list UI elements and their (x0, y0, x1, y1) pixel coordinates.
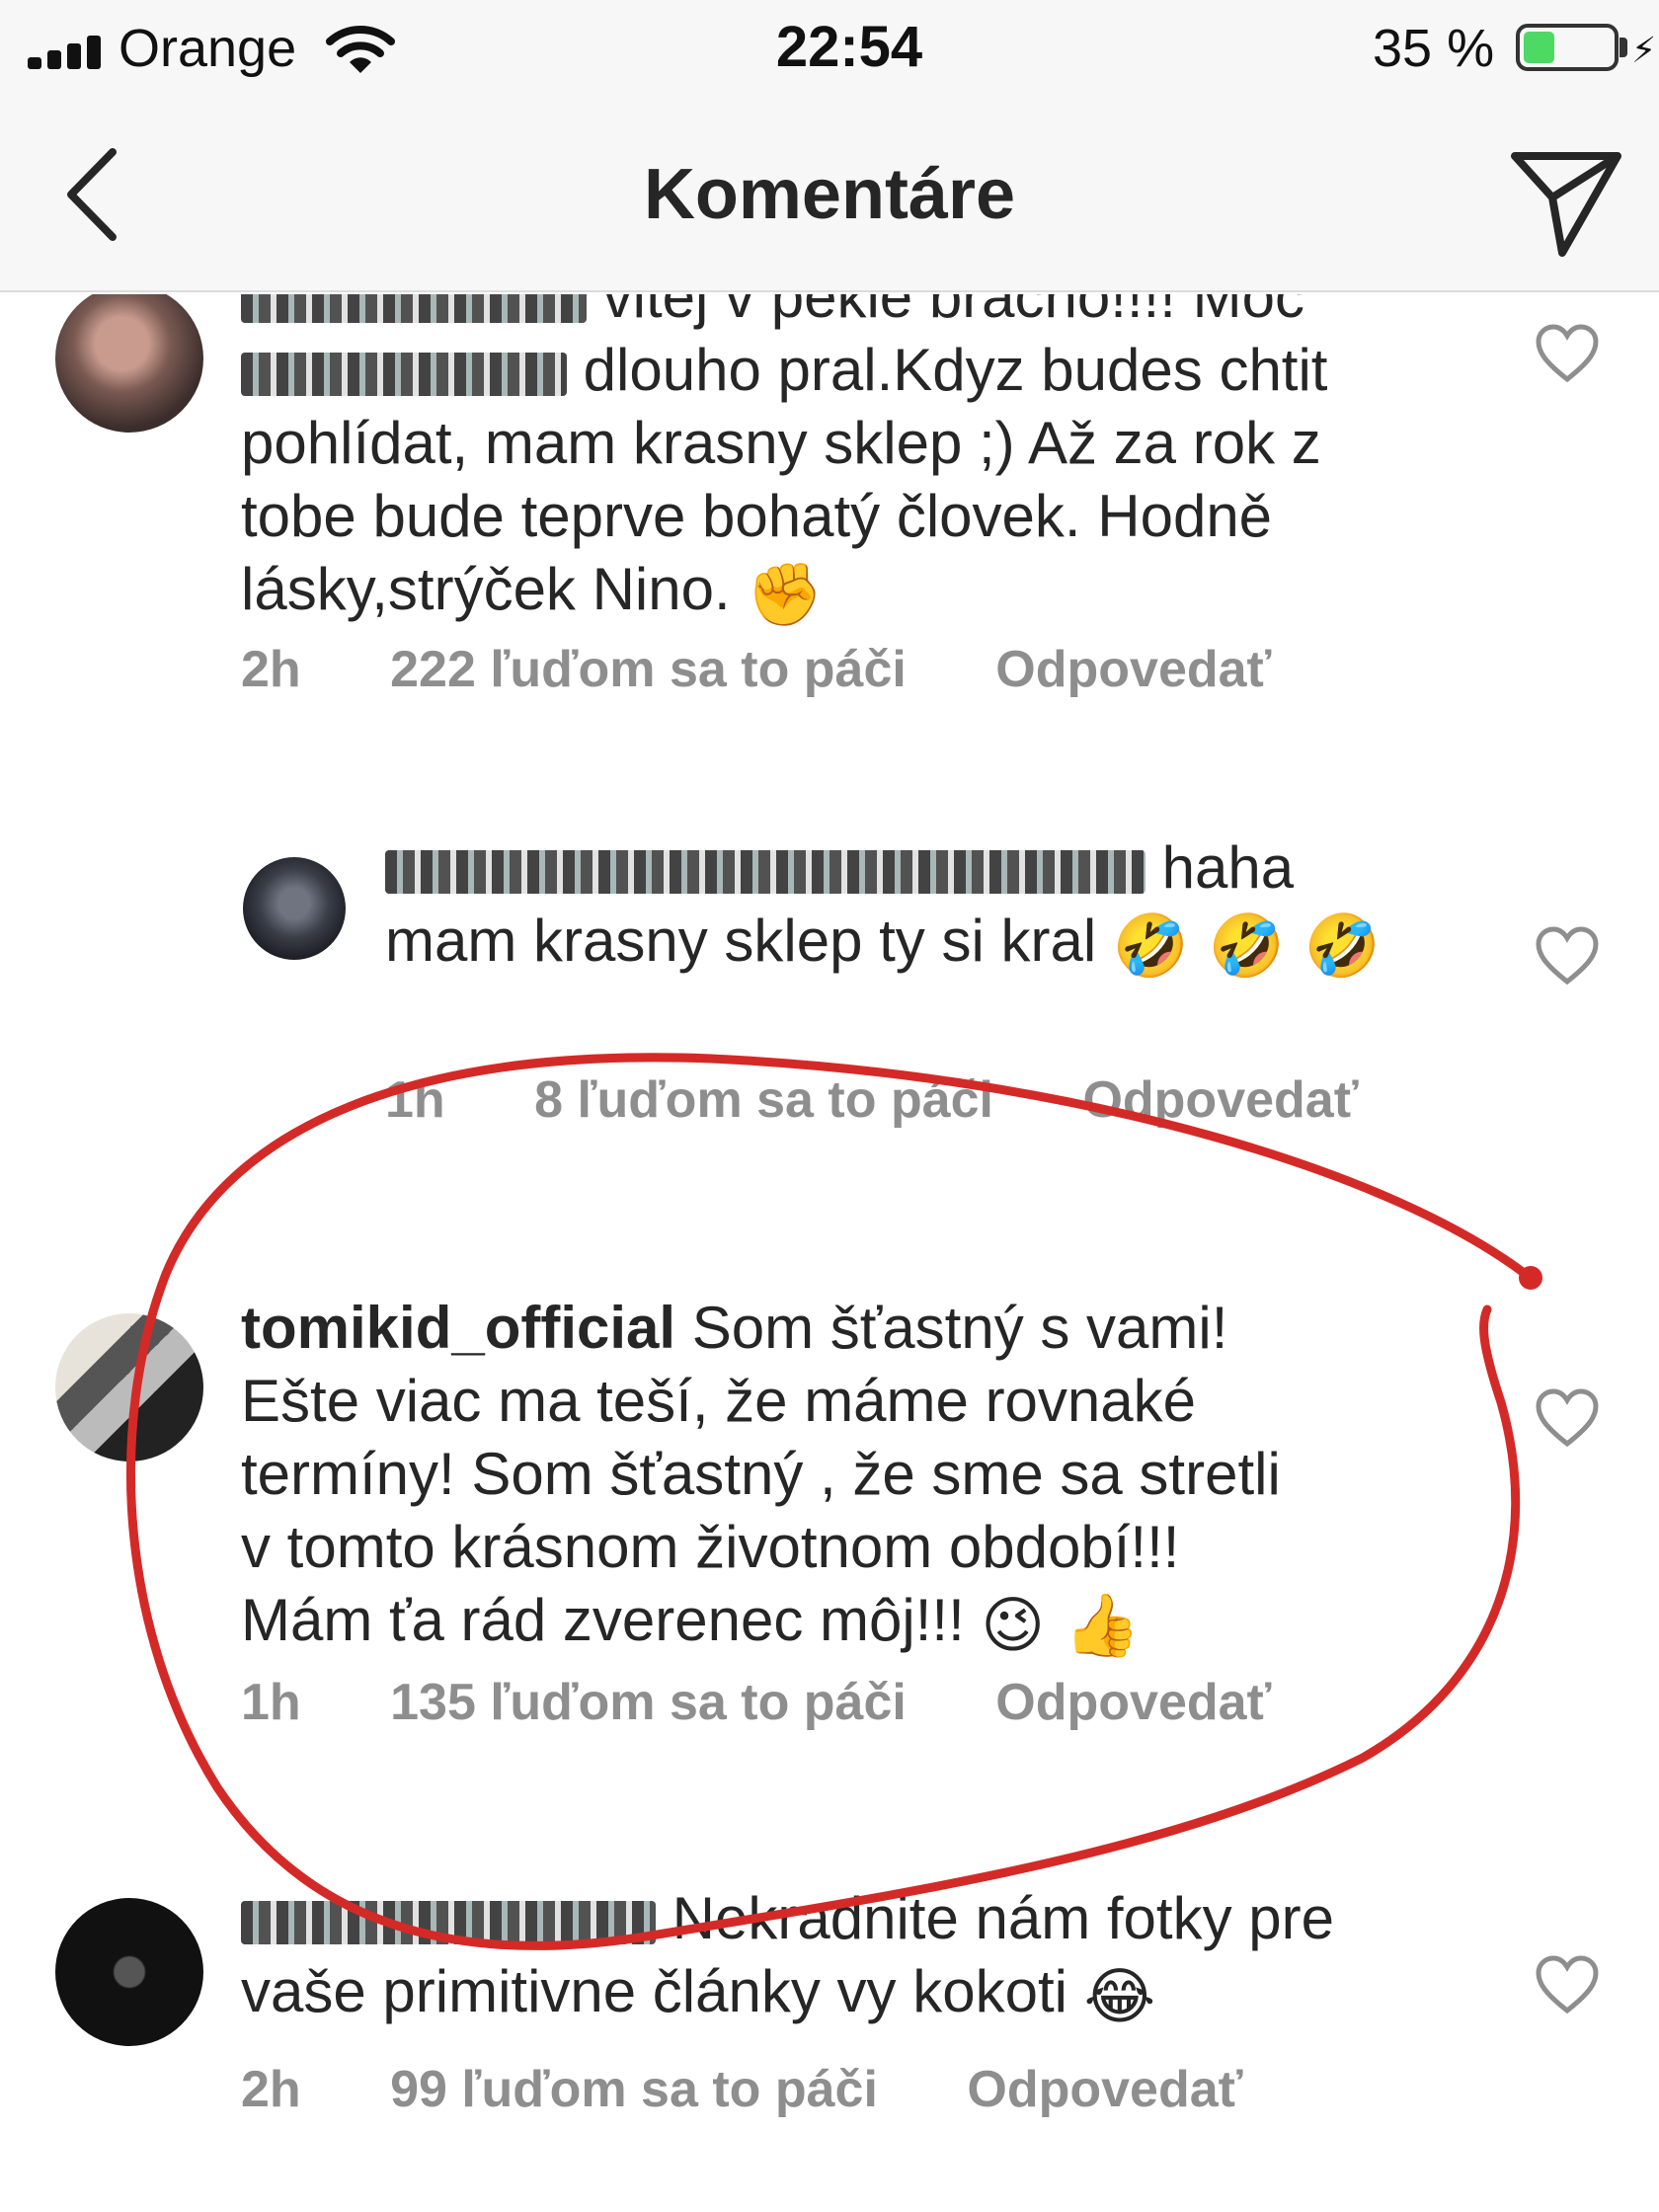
comment-meta: 2h 222 ľuďom sa to páči Odpovedať (241, 640, 1346, 699)
comment-text: vitej v pekle bracho!!!! Moc dlouho pral… (241, 294, 1485, 631)
heart-icon[interactable] (1535, 324, 1600, 383)
comment-meta: 1h 135 ľuďom sa to páči Odpovedať (241, 1673, 1346, 1732)
tears-of-joy-emoji: 😂 (1083, 1960, 1156, 2032)
comment-text: tomikid_official Som šťastný s vami! Ešt… (241, 1295, 1281, 1661)
likes-count[interactable]: 222 ľuďom sa to páči (390, 641, 907, 698)
avatar[interactable] (243, 857, 346, 960)
reply-button[interactable]: Odpovedať (967, 2061, 1242, 2118)
comment-time: 2h (241, 2061, 301, 2118)
rolling-laughing-emoji: 🤣 🤣 🤣 (1112, 909, 1381, 982)
obscured-username[interactable] (241, 1901, 656, 1945)
status-bar: Orange 22:54 35 % ⚡ (0, 0, 1659, 99)
battery-percent: 35 % (1373, 19, 1495, 78)
comment-time: 1h (241, 1674, 301, 1731)
comment-meta: 2h 99 ľuďom sa to páči Odpovedať (241, 2060, 1318, 2119)
likes-count[interactable]: 8 ľuďom sa to páči (534, 1071, 993, 1129)
battery-nub (1620, 38, 1627, 57)
reply-button[interactable]: Odpovedať (1082, 1071, 1358, 1129)
charging-icon: ⚡ (1631, 30, 1657, 70)
comment-time: 1h (385, 1071, 445, 1129)
comment-time: 2h (241, 641, 301, 698)
raised-fist-emoji: ✊ (747, 558, 824, 630)
comment-text: Nekradnite nám fotky pre vaše primitivne… (241, 1885, 1334, 2032)
likes-count[interactable]: 99 ľuďom sa to páči (390, 2061, 878, 2118)
obscured-text (241, 353, 567, 397)
heart-icon[interactable] (1535, 926, 1600, 986)
reply-button[interactable]: Odpovedať (995, 641, 1271, 698)
likes-count[interactable]: 135 ľuďom sa to páči (390, 1674, 907, 1731)
reply-button[interactable]: Odpovedať (995, 1674, 1271, 1731)
battery-fill (1524, 32, 1554, 63)
avatar[interactable] (55, 1313, 203, 1462)
wink-thumbs-up-emoji: 😉 👍 (981, 1589, 1141, 1661)
obscured-username[interactable] (385, 850, 1146, 895)
heart-icon[interactable] (1535, 1388, 1600, 1448)
paper-plane-icon[interactable] (1507, 142, 1625, 261)
comment-feed[interactable]: vitej v pekle bracho!!!! Moc dlouho pral… (0, 294, 1659, 2212)
comment-username[interactable]: tomikid_official (241, 1295, 675, 1361)
avatar[interactable] (55, 294, 203, 433)
heart-icon[interactable] (1535, 1955, 1600, 2014)
obscured-username[interactable] (241, 294, 587, 324)
navigation-bar: Komentáre (0, 99, 1659, 292)
avatar[interactable] (55, 1898, 203, 2046)
comment-meta: 1h 8 ľuďom sa to páči Odpovedať (385, 1070, 1434, 1130)
battery-icon (1516, 24, 1619, 71)
comment-text: haha mam krasny sklep ty si kral 🤣 🤣 🤣 (385, 834, 1381, 982)
page-title: Komentáre (643, 155, 1016, 234)
